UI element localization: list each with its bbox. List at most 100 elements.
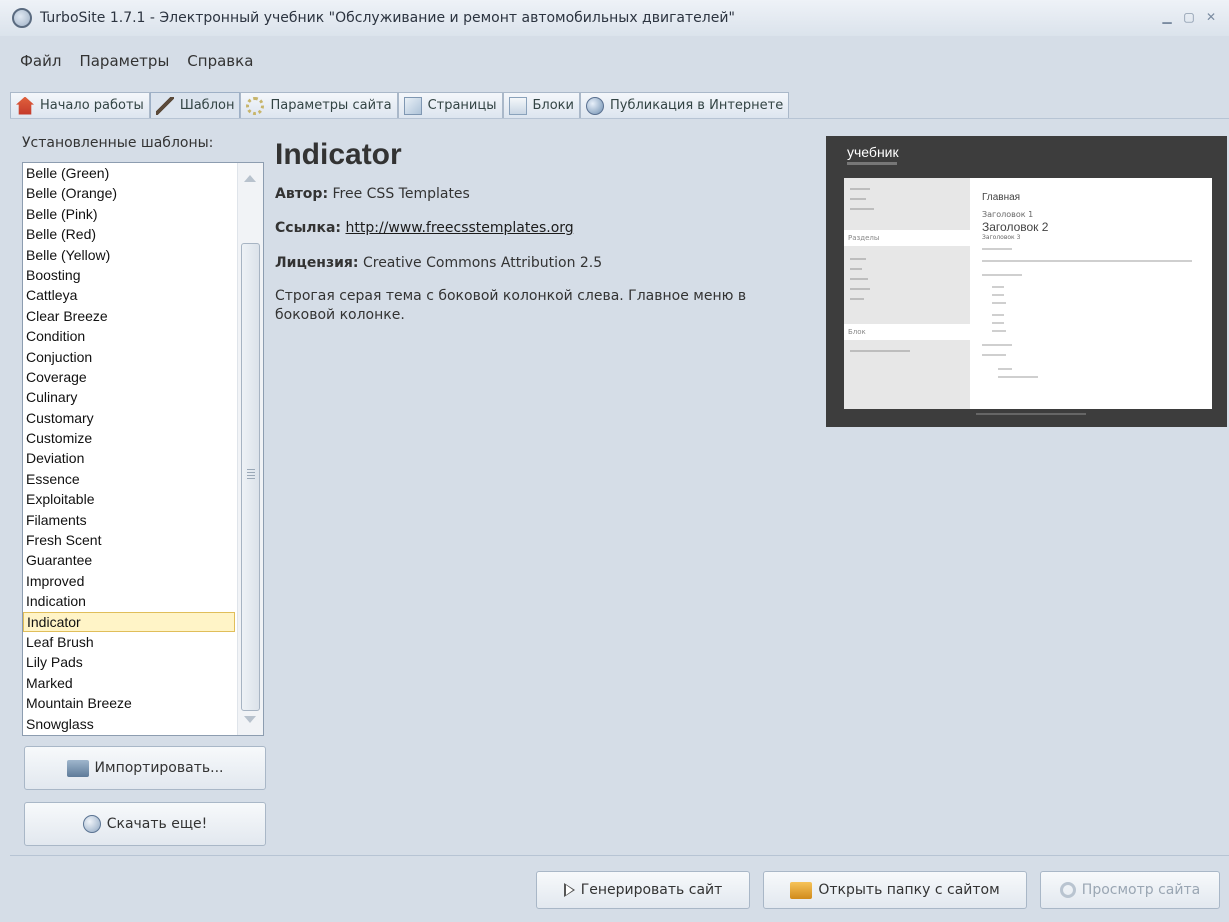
globe-icon [585,96,604,115]
blocks-icon [508,96,527,115]
preview-heading1: Заголовок 1 [982,210,1034,219]
link-label: Ссылка: [275,220,342,236]
template-list-item[interactable]: Marked [23,673,263,693]
open-folder-button[interactable]: Открыть папку с сайтом [763,871,1027,909]
generate-label: Генерировать сайт [580,882,723,898]
template-list-item[interactable]: Coverage [23,367,263,387]
template-list-item[interactable]: Lily Pads [23,652,263,672]
scroll-up-icon[interactable] [244,175,256,182]
template-list-item[interactable]: Snowglass [23,714,263,734]
template-list-item[interactable]: Fresh Scent [23,530,263,550]
scroll-thumb[interactable] [241,243,260,711]
maximize-icon[interactable]: ▢ [1181,10,1197,24]
preview-text-line [982,354,1006,356]
template-list-item[interactable]: Leaf Brush [23,632,263,652]
preview-text-line [992,314,1004,316]
link-line: Ссылка: http://www.freecsstemplates.org [275,220,574,236]
tab-label: Шаблон [179,98,235,113]
license-line: Лицензия: Creative Commons Attribution 2… [275,255,602,271]
author-label: Автор: [275,186,329,202]
preview-text-line [992,330,1006,332]
template-list-item[interactable]: Mountain Breeze [23,693,263,713]
preview-logo: учебник [847,144,899,160]
template-list-item[interactable]: Belle (Pink) [23,204,263,224]
menu-bar: Файл Параметры Справка [0,52,253,76]
template-list-item[interactable]: Customize [23,428,263,448]
template-list-item[interactable]: Essence [23,469,263,489]
download-button-label: Скачать еще! [106,816,208,832]
generate-site-button[interactable]: Генерировать сайт [536,871,750,909]
tab-site-settings[interactable]: Параметры сайта [240,92,398,118]
window-title: TurboSite 1.7.1 - Электронный учебник "О… [40,10,735,26]
preview-section-tab: Блок [844,324,970,340]
preview-main-title: Главная [982,192,1021,203]
bottom-separator [10,855,1229,856]
template-list-item[interactable]: Condition [23,326,263,346]
tab-pages[interactable]: Страницы [397,92,503,118]
template-list-item[interactable]: Indication [23,591,263,611]
menu-help[interactable]: Справка [187,52,253,76]
license-value: Creative Commons Attribution 2.5 [362,255,603,271]
template-list-item[interactable]: Belle (Green) [23,163,263,183]
preview-nav-line [850,278,868,280]
template-list-item[interactable]: Belle (Orange) [23,183,263,203]
template-list-item[interactable]: Conjuction [23,347,263,367]
template-list-item[interactable]: Indicator [23,611,235,632]
import-button[interactable]: Импортировать... [24,746,266,790]
preview-tagline [847,162,897,165]
preview-footer [976,413,1086,415]
template-list-item[interactable]: Exploitable [23,489,263,509]
minimize-icon[interactable]: ▁ [1159,10,1175,24]
template-list-item[interactable]: Boosting [23,265,263,285]
scroll-down-icon[interactable] [244,716,256,723]
preview-heading2: Заголовок 2 [982,220,1049,234]
preview-text-line [998,376,1038,378]
app-window: TurboSite 1.7.1 - Электронный учебник "О… [0,0,1229,922]
template-name: Indicator [275,138,402,171]
template-list-item[interactable]: Culinary [23,387,263,407]
tab-label: Страницы [427,98,497,113]
author-value: Free CSS Templates [332,186,470,202]
tab-publish[interactable]: Публикация в Интернете [579,92,790,118]
preview-nav-line [850,258,866,260]
preview-nav-line [850,298,864,300]
preview-nav-line [850,288,870,290]
preview-site-button[interactable]: Просмотр сайта [1040,871,1220,909]
template-list-item[interactable]: Deviation [23,448,263,468]
globe-icon [82,815,101,833]
preview-nav-line [850,188,870,190]
tab-label: Публикация в Интернете [609,98,784,113]
template-list-item[interactable]: Improved [23,571,263,591]
template-list-item[interactable]: Filaments [23,510,263,530]
template-preview: учебник Разделы Блок Главная Заголовок 1… [826,136,1227,427]
preview-heading3: Заголовок 3 [982,234,1021,241]
templates-list[interactable]: Belle (Green) Belle (Orange) Belle (Pink) B… [22,162,264,736]
folder-icon [790,881,813,899]
preview-text-line [982,344,1012,346]
preview-text-line [982,248,1012,250]
template-list-item[interactable]: Guarantee [23,550,263,570]
list-scrollbar[interactable] [237,163,263,735]
template-list-item[interactable]: Belle (Red) [23,224,263,244]
tab-start[interactable]: Начало работы [10,92,150,118]
search-icon [1059,882,1076,898]
app-logo-icon [12,8,32,28]
menu-settings[interactable]: Параметры [79,52,169,76]
author-line: Автор: Free CSS Templates [275,186,470,202]
template-list-item[interactable]: Clear Breeze [23,306,263,326]
close-icon[interactable]: ✕ [1203,10,1219,24]
tab-blocks[interactable]: Блоки [502,92,580,118]
folder-icon [66,759,89,777]
preview-main: Главная Заголовок 1 Заголовок 2 Заголово… [970,178,1212,409]
tab-template[interactable]: Шаблон [149,92,241,118]
template-link[interactable]: http://www.freecsstemplates.org [346,220,574,236]
download-more-button[interactable]: Скачать еще! [24,802,266,846]
menu-file[interactable]: Файл [20,52,61,76]
preview-text-line [998,368,1012,370]
preview-body: Разделы Блок Главная Заголовок 1 Заголов… [844,178,1212,409]
template-list-item[interactable]: Belle (Yellow) [23,245,263,265]
template-list-item[interactable]: Cattleya [23,285,263,305]
template-description: Строгая серая тема с боковой колонкой сл… [275,288,747,323]
template-list-item[interactable]: Customary [23,408,263,428]
preview-text-line [982,260,1192,262]
